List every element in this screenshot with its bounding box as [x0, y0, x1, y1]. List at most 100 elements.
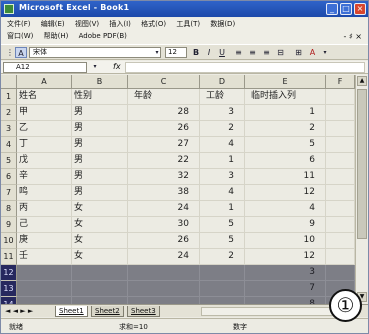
- cell-b1[interactable]: 性别: [72, 89, 128, 105]
- cell-e4[interactable]: 5: [245, 137, 326, 153]
- cell-f12[interactable]: [326, 265, 355, 281]
- cell-a6[interactable]: 辛: [17, 169, 72, 185]
- cell-a11[interactable]: 壬: [17, 249, 72, 265]
- row-header[interactable]: 12: [1, 265, 17, 281]
- cell-d10[interactable]: 5: [200, 233, 245, 249]
- font-name-select[interactable]: 宋体: [29, 47, 161, 58]
- cell-d11[interactable]: 2: [200, 249, 245, 265]
- cell-e3[interactable]: 2: [245, 121, 326, 137]
- sheet-tab-3[interactable]: Sheet3: [127, 306, 160, 317]
- row-header[interactable]: 11: [1, 249, 17, 265]
- cell-b10[interactable]: 女: [72, 233, 128, 249]
- menu-edit[interactable]: 编辑(E): [41, 20, 65, 28]
- borders-icon[interactable]: ⊞: [293, 47, 304, 58]
- cell-f3[interactable]: [326, 121, 355, 137]
- cell-f2[interactable]: [326, 105, 355, 121]
- menu-window[interactable]: 窗口(W): [7, 32, 33, 40]
- column-header-b[interactable]: B: [72, 75, 128, 89]
- cell-b8[interactable]: 女: [72, 201, 128, 217]
- cell-b12[interactable]: [72, 265, 128, 281]
- cell-a1[interactable]: 姓名: [17, 89, 72, 105]
- horizontal-scrollbar[interactable]: [201, 307, 349, 316]
- cell-b6[interactable]: 男: [72, 169, 128, 185]
- sheet-tab-2[interactable]: Sheet2: [91, 306, 124, 317]
- cell-c11[interactable]: 24: [128, 249, 200, 265]
- row-header[interactable]: 4: [1, 137, 17, 153]
- cell-a3[interactable]: 乙: [17, 121, 72, 137]
- cell-e9[interactable]: 9: [245, 217, 326, 233]
- cell-b7[interactable]: 男: [72, 185, 128, 201]
- cell-b4[interactable]: 男: [72, 137, 128, 153]
- toolbar-options-icon[interactable]: ▾: [321, 47, 329, 58]
- cell-c9[interactable]: 30: [128, 217, 200, 233]
- cell-e8[interactable]: 4: [245, 201, 326, 217]
- merge-cells-icon[interactable]: ⊟: [275, 47, 286, 58]
- name-box-dropdown-icon[interactable]: ▾: [91, 61, 99, 72]
- cell-c7[interactable]: 38: [128, 185, 200, 201]
- name-box[interactable]: A12: [3, 62, 87, 73]
- row-header[interactable]: 6: [1, 169, 17, 185]
- cell-f8[interactable]: [326, 201, 355, 217]
- column-header-f[interactable]: F: [326, 75, 355, 89]
- cell-c6[interactable]: 32: [128, 169, 200, 185]
- close-button[interactable]: ×: [354, 3, 366, 15]
- italic-button[interactable]: I: [204, 47, 214, 58]
- cell-c13[interactable]: [128, 281, 200, 297]
- cell-a13[interactable]: [17, 281, 72, 297]
- cell-c3[interactable]: 26: [128, 121, 200, 137]
- align-right-icon[interactable]: ≡: [261, 47, 272, 58]
- minimize-button[interactable]: _: [326, 3, 338, 15]
- font-color-icon[interactable]: A: [307, 47, 318, 58]
- column-header-c[interactable]: C: [128, 75, 200, 89]
- row-header[interactable]: 7: [1, 185, 17, 201]
- cell-f4[interactable]: [326, 137, 355, 153]
- column-header-a[interactable]: A: [17, 75, 72, 89]
- column-header-e[interactable]: E: [245, 75, 326, 89]
- cell-e12[interactable]: 3: [245, 265, 326, 281]
- cell-e5[interactable]: 6: [245, 153, 326, 169]
- align-center-icon[interactable]: ≡: [247, 47, 258, 58]
- chevron-down-icon[interactable]: ▾: [153, 47, 161, 58]
- cell-d12[interactable]: [200, 265, 245, 281]
- row-header[interactable]: 9: [1, 217, 17, 233]
- cell-f11[interactable]: [326, 249, 355, 265]
- cell-a12[interactable]: [17, 265, 72, 281]
- menu-help[interactable]: 帮助(H): [44, 32, 69, 40]
- cell-a10[interactable]: 庚: [17, 233, 72, 249]
- row-header[interactable]: 5: [1, 153, 17, 169]
- cell-d13[interactable]: [200, 281, 245, 297]
- cell-b2[interactable]: 男: [72, 105, 128, 121]
- cell-a9[interactable]: 己: [17, 217, 72, 233]
- sheet-nav-arrows-icon[interactable]: ◄ ◄ ► ►: [5, 307, 33, 315]
- cell-d7[interactable]: 4: [200, 185, 245, 201]
- cell-a4[interactable]: 丁: [17, 137, 72, 153]
- cell-e1[interactable]: 临时插入列: [245, 89, 326, 105]
- cell-f6[interactable]: [326, 169, 355, 185]
- row-header[interactable]: 3: [1, 121, 17, 137]
- menu-adobe-pdf[interactable]: Adobe PDF(B): [79, 32, 127, 40]
- cell-d2[interactable]: 3: [200, 105, 245, 121]
- insert-function-icon[interactable]: fx: [113, 62, 121, 71]
- cell-c12[interactable]: [128, 265, 200, 281]
- sheet-tab-1[interactable]: Sheet1: [55, 306, 88, 317]
- select-all-corner[interactable]: [1, 75, 17, 89]
- cell-e7[interactable]: 12: [245, 185, 326, 201]
- cell-d1[interactable]: 工龄: [200, 89, 245, 105]
- align-left-icon[interactable]: ≡: [233, 47, 244, 58]
- font-size-select[interactable]: 12: [165, 47, 187, 58]
- cell-f5[interactable]: [326, 153, 355, 169]
- row-header[interactable]: 10: [1, 233, 17, 249]
- cell-c2[interactable]: 28: [128, 105, 200, 121]
- cell-e2[interactable]: 1: [245, 105, 326, 121]
- cell-d5[interactable]: 1: [200, 153, 245, 169]
- maximize-button[interactable]: □: [340, 3, 352, 15]
- cell-e13[interactable]: 7: [245, 281, 326, 297]
- menu-data[interactable]: 数据(D): [210, 20, 235, 28]
- cell-d8[interactable]: 1: [200, 201, 245, 217]
- cell-c8[interactable]: 24: [128, 201, 200, 217]
- menu-format[interactable]: 格式(O): [141, 20, 166, 28]
- menu-tools[interactable]: 工具(T): [176, 20, 200, 28]
- cell-e11[interactable]: 12: [245, 249, 326, 265]
- cell-c1[interactable]: 年龄: [128, 89, 200, 105]
- cell-a2[interactable]: 甲: [17, 105, 72, 121]
